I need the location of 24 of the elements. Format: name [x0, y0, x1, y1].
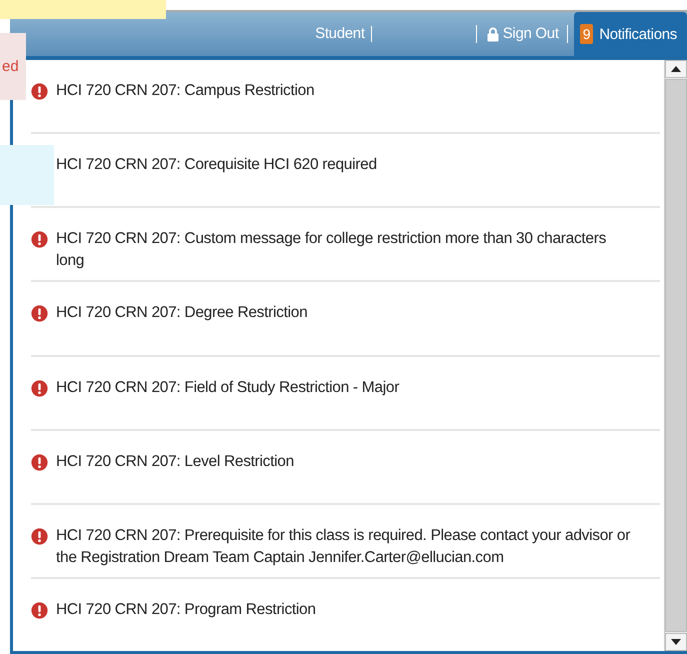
- alert-icon: [31, 454, 48, 471]
- notification-message: HCI 720 CRN 207: Prerequisite for this class is required. Please contact your advisor or the Registration Dream Team Captain Jennifer.Carter@ellucian.com: [56, 526, 632, 568]
- alert-icon: [31, 602, 48, 619]
- notification-message: HCI 720 CRN 207: Level Restriction: [56, 452, 294, 472]
- scroll-down-icon[interactable]: [665, 633, 687, 651]
- notification-message: HCI 720 CRN 207: Degree Restriction: [56, 303, 308, 324]
- notification-message: HCI 720 CRN 207: Campus Restriction: [56, 81, 314, 101]
- notifications-button[interactable]: 9 Notifications: [574, 12, 687, 56]
- alert-icon: [31, 380, 48, 396]
- user-label: Student: [315, 26, 372, 42]
- scrollbar[interactable]: [664, 60, 687, 651]
- alert-icon: [31, 231, 48, 248]
- lock-icon: [486, 26, 499, 42]
- note-text: ed: [2, 58, 19, 75]
- alert-icon: [31, 305, 48, 322]
- scroll-up-icon[interactable]: [665, 60, 687, 78]
- notification-count: 9: [580, 24, 594, 44]
- alert-icon: [31, 83, 48, 100]
- note-background: [0, 145, 54, 205]
- alert-icon: [31, 528, 48, 545]
- notification-message: HCI 720 CRN 207: Field of Study Restriction - Major: [56, 378, 400, 398]
- notification-message: HCI 720 CRN 207: Custom message for college restriction more than 30 characters long: [56, 229, 608, 272]
- notification-message: HCI 720 CRN 207: Program Restriction: [56, 600, 316, 620]
- notification-message: HCI 720 CRN 207: Corequisite HCI 620 required: [56, 155, 377, 176]
